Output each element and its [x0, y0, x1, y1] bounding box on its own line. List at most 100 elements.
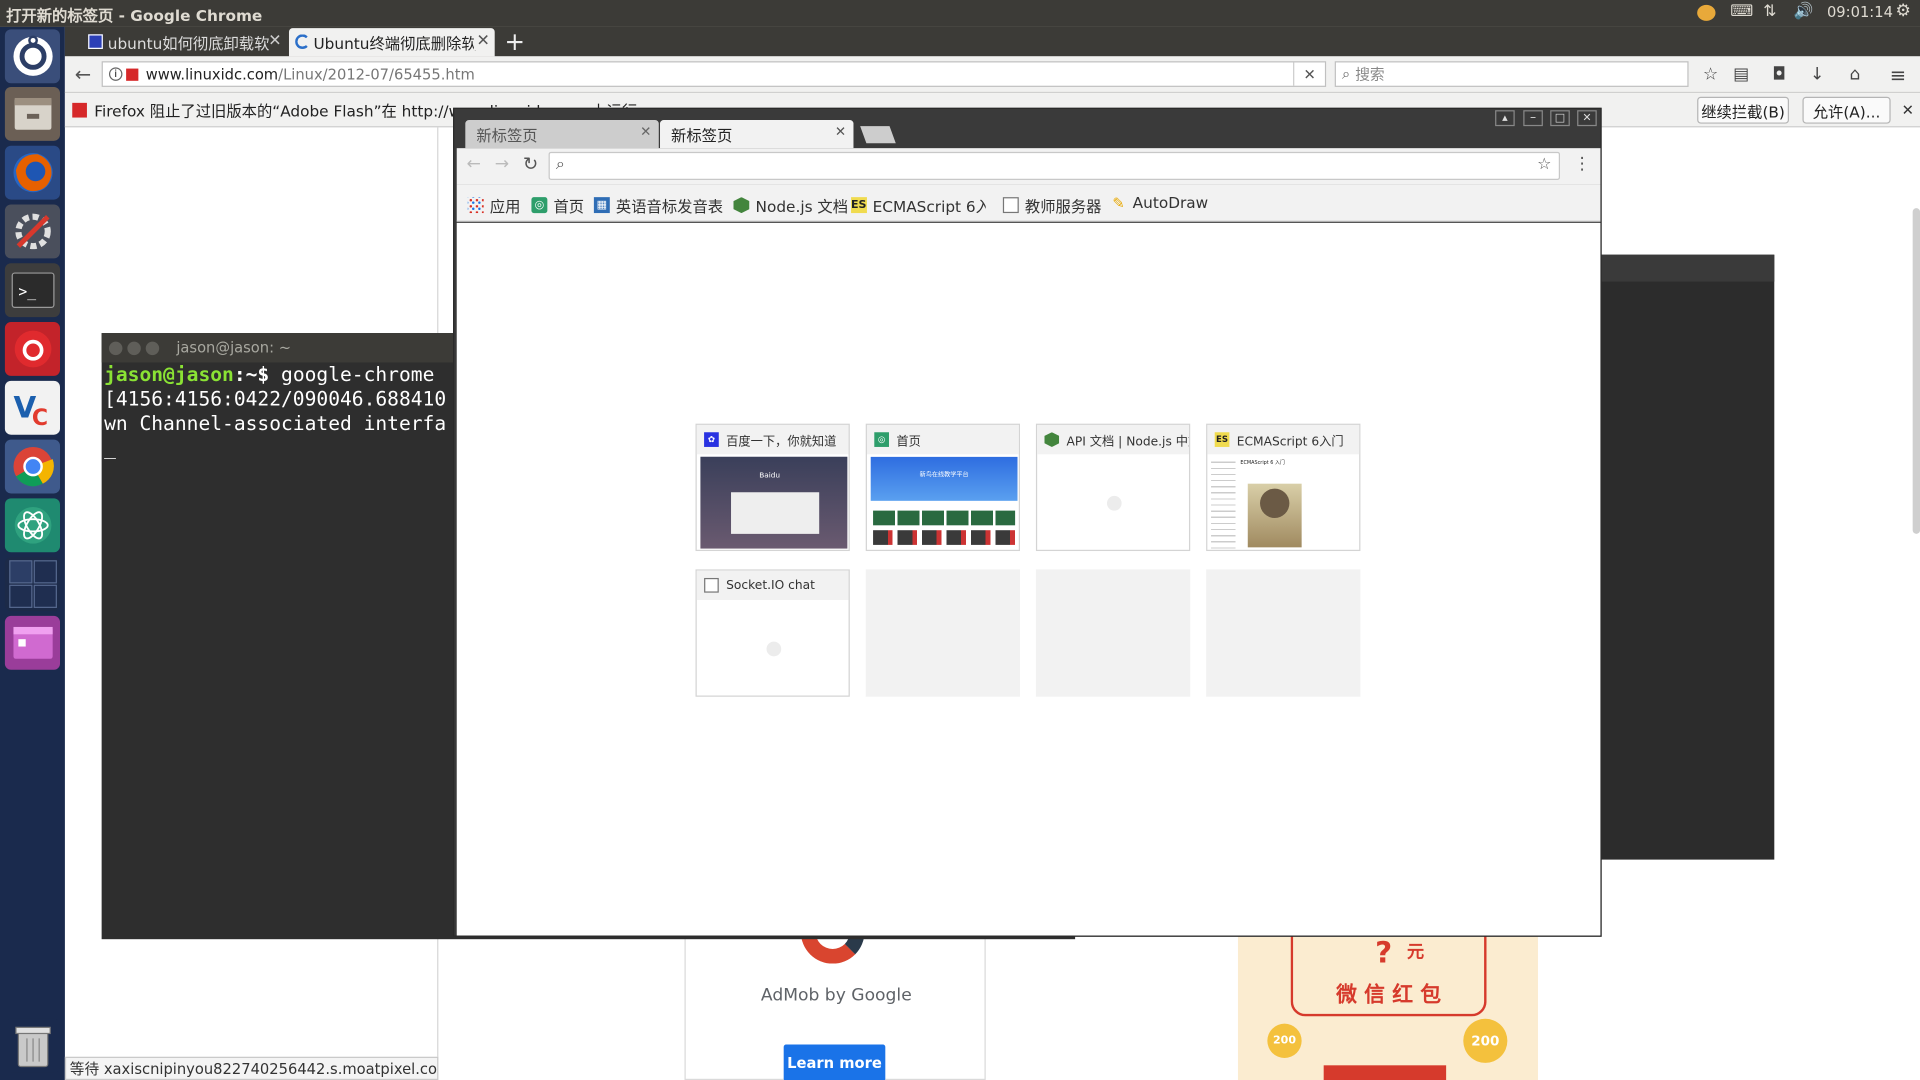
- bookmark-apps[interactable]: 应用: [467, 193, 520, 216]
- home-icon[interactable]: ⌂: [1843, 62, 1867, 86]
- bookmark-nodejs[interactable]: Node.js 文档: [733, 193, 848, 216]
- workspaces-icon: [8, 560, 57, 608]
- terminal-launcher[interactable]: >_: [4, 263, 61, 318]
- pocket-icon[interactable]: ◘: [1767, 62, 1791, 86]
- bookmarks-bar: 应用 ◎ 首页 ▦ 英语音标发音表 Node.js 文档 ES ECMAScri…: [456, 184, 1601, 222]
- maximize-window-icon[interactable]: [145, 341, 160, 355]
- firefox-tab-active[interactable]: Ubuntu终端彻底删除软 ✕: [288, 28, 495, 57]
- reading-list-icon[interactable]: ▤: [1729, 62, 1753, 86]
- wechat-redpacket-ad[interactable]: ? 元 微 信 红 包 200 200: [1237, 935, 1538, 1080]
- most-visited-tile[interactable]: Socket.IO chat: [695, 569, 850, 697]
- close-tab-icon[interactable]: ✕: [640, 124, 651, 140]
- thumb-home-title: 新鸟在线教学平台: [919, 471, 969, 479]
- bookmark-star-icon[interactable]: ☆: [1698, 62, 1722, 86]
- chrome-launcher[interactable]: [4, 439, 61, 494]
- bookmark-home[interactable]: ◎ 首页: [531, 193, 584, 216]
- close-tab-icon[interactable]: ✕: [473, 31, 490, 51]
- app-launcher-extra[interactable]: [4, 615, 61, 670]
- ad-question-icon: ?: [1375, 935, 1393, 970]
- firefox-search-box[interactable]: ⌕ 搜索: [1334, 61, 1689, 87]
- bookmark-ecmascript[interactable]: ES ECMAScript 6入门: [851, 193, 986, 216]
- svg-text:>_: >_: [18, 283, 36, 300]
- forward-arrow-icon[interactable]: →: [495, 154, 509, 174]
- chrome-icon: [12, 446, 54, 487]
- most-visited-tile[interactable]: ES ECMAScript 6入门 ECMAScript 6 入门: [1206, 423, 1361, 552]
- volume-icon[interactable]: 🔊: [1794, 2, 1814, 20]
- workspace-switcher[interactable]: [4, 557, 61, 612]
- firefox-tab-strip: ubuntu如何彻底卸载软 ✕ Ubuntu终端彻底删除软 ✕ +: [64, 26, 1920, 57]
- back-arrow-icon[interactable]: ←: [467, 154, 481, 174]
- most-visited-tile[interactable]: ◎ 首页 新鸟在线教学平台: [865, 423, 1021, 552]
- bookmark-star-icon[interactable]: ☆: [1537, 156, 1551, 174]
- network-icon[interactable]: ⇅: [1763, 2, 1776, 20]
- apps-grid-icon: [467, 197, 484, 214]
- search-icon: ⌕: [555, 155, 565, 174]
- bookmark-phonetics[interactable]: ▦ 英语音标发音表: [593, 193, 723, 216]
- atom-launcher[interactable]: [4, 498, 61, 553]
- keyboard-icon[interactable]: ⌨: [1730, 2, 1753, 20]
- netease-music-launcher[interactable]: [4, 322, 61, 376]
- new-tab-button[interactable]: [860, 126, 896, 144]
- settings-gear-icon[interactable]: ⚙: [1896, 1, 1911, 21]
- allow-flash-button[interactable]: 允许(A)...: [1802, 96, 1891, 124]
- chrome-menu-icon[interactable]: ⋮: [1573, 154, 1590, 174]
- most-visited-tile[interactable]: API 文档 | Node.js 中文网: [1035, 423, 1191, 552]
- background-window[interactable]: [1599, 254, 1775, 860]
- update-indicator-icon[interactable]: [1697, 4, 1716, 21]
- terminal-cursor: _: [104, 435, 116, 460]
- file-manager-icon: [14, 97, 51, 130]
- info-icon[interactable]: i: [108, 67, 123, 81]
- thumb-dialog: [731, 492, 820, 534]
- admob-ad[interactable]: AdMob by Google Learn more: [684, 935, 986, 1080]
- chrome-tab-active[interactable]: 新标签页 ✕: [660, 120, 854, 149]
- url-path: /Linux/2012-07/65455.htm: [278, 65, 475, 83]
- reload-icon[interactable]: ↻: [523, 153, 538, 175]
- tile-thumbnail: 新鸟在线教学平台: [870, 456, 1018, 549]
- firefox-launcher[interactable]: [4, 145, 61, 200]
- close-window-icon[interactable]: ✕: [1577, 110, 1597, 127]
- chrome-omnibox[interactable]: ⌕ ☆: [548, 151, 1561, 181]
- launcher: >_ VC: [0, 26, 65, 1080]
- minimize-window-icon[interactable]: [127, 341, 141, 355]
- profile-icon[interactable]: ▴: [1495, 110, 1515, 127]
- most-visited-tile[interactable]: ✿ 百度一下，你就知道 Baidu: [695, 423, 850, 552]
- clock[interactable]: 09:01:14: [1827, 4, 1893, 21]
- minimize-window-icon[interactable]: –: [1523, 110, 1543, 127]
- search-icon: ⌕: [1342, 64, 1351, 83]
- close-notification-icon[interactable]: ✕: [1902, 102, 1914, 119]
- menu-hamburger-icon[interactable]: ≡: [1886, 62, 1910, 86]
- ubuntu-logo-icon: [12, 35, 53, 76]
- new-tab-plus-icon[interactable]: +: [504, 27, 525, 56]
- close-window-icon[interactable]: [108, 341, 123, 355]
- learn-more-button[interactable]: Learn more: [783, 1044, 886, 1080]
- bookmark-label: Node.js 文档: [755, 197, 849, 216]
- chrome-tab[interactable]: 新标签页 ✕: [465, 120, 659, 149]
- ad-yuan: 元: [1406, 942, 1425, 963]
- back-arrow-icon[interactable]: ←: [75, 62, 91, 85]
- terminal-title: jason@jason: ~: [176, 339, 292, 357]
- page-scrollbar[interactable]: [1912, 208, 1920, 534]
- new-tab-page: ✿ 百度一下，你就知道 Baidu ◎ 首页 新鸟在线教学平台 API 文档 | N…: [456, 222, 1601, 936]
- firefox-tab[interactable]: ubuntu如何彻底卸载软 ✕: [83, 28, 286, 56]
- close-tab-icon[interactable]: ✕: [835, 124, 846, 140]
- files-launcher[interactable]: [4, 86, 61, 141]
- baidu-logo-text: Baidu: [759, 471, 781, 481]
- vnc-launcher[interactable]: VC: [4, 380, 61, 435]
- flash-blocked-icon[interactable]: [126, 67, 139, 81]
- url-domain: www.linuxidc.com: [145, 65, 279, 83]
- firefox-tab-label: Ubuntu终端彻底删除软: [313, 34, 477, 53]
- firefox-url-bar[interactable]: i www.linuxidc.com /Linux/2012-07/65455.…: [101, 61, 1327, 87]
- download-icon[interactable]: ↓: [1805, 62, 1829, 86]
- continue-block-button[interactable]: 继续拦截(B): [1697, 96, 1789, 124]
- maximize-window-icon[interactable]: □: [1550, 110, 1570, 127]
- vnc-icon: VC: [13, 391, 48, 430]
- clear-url-icon[interactable]: ✕: [1293, 62, 1325, 86]
- bookmark-teacher-server[interactable]: 教师服务器: [1002, 193, 1101, 216]
- bookmark-autodraw[interactable]: ✎ AutoDraw: [1111, 193, 1208, 211]
- dash-button[interactable]: [4, 29, 61, 84]
- svg-text:C: C: [31, 406, 47, 430]
- trash-launcher[interactable]: [4, 1018, 61, 1073]
- close-tab-icon[interactable]: ✕: [268, 32, 281, 50]
- settings-launcher[interactable]: [4, 204, 61, 259]
- chrome-window[interactable]: 新标签页 ✕ 新标签页 ✕ ▴ – □ ✕ ← → ↻ ⌕ ☆ ⋮ 应用 ◎ 首…: [453, 107, 1602, 937]
